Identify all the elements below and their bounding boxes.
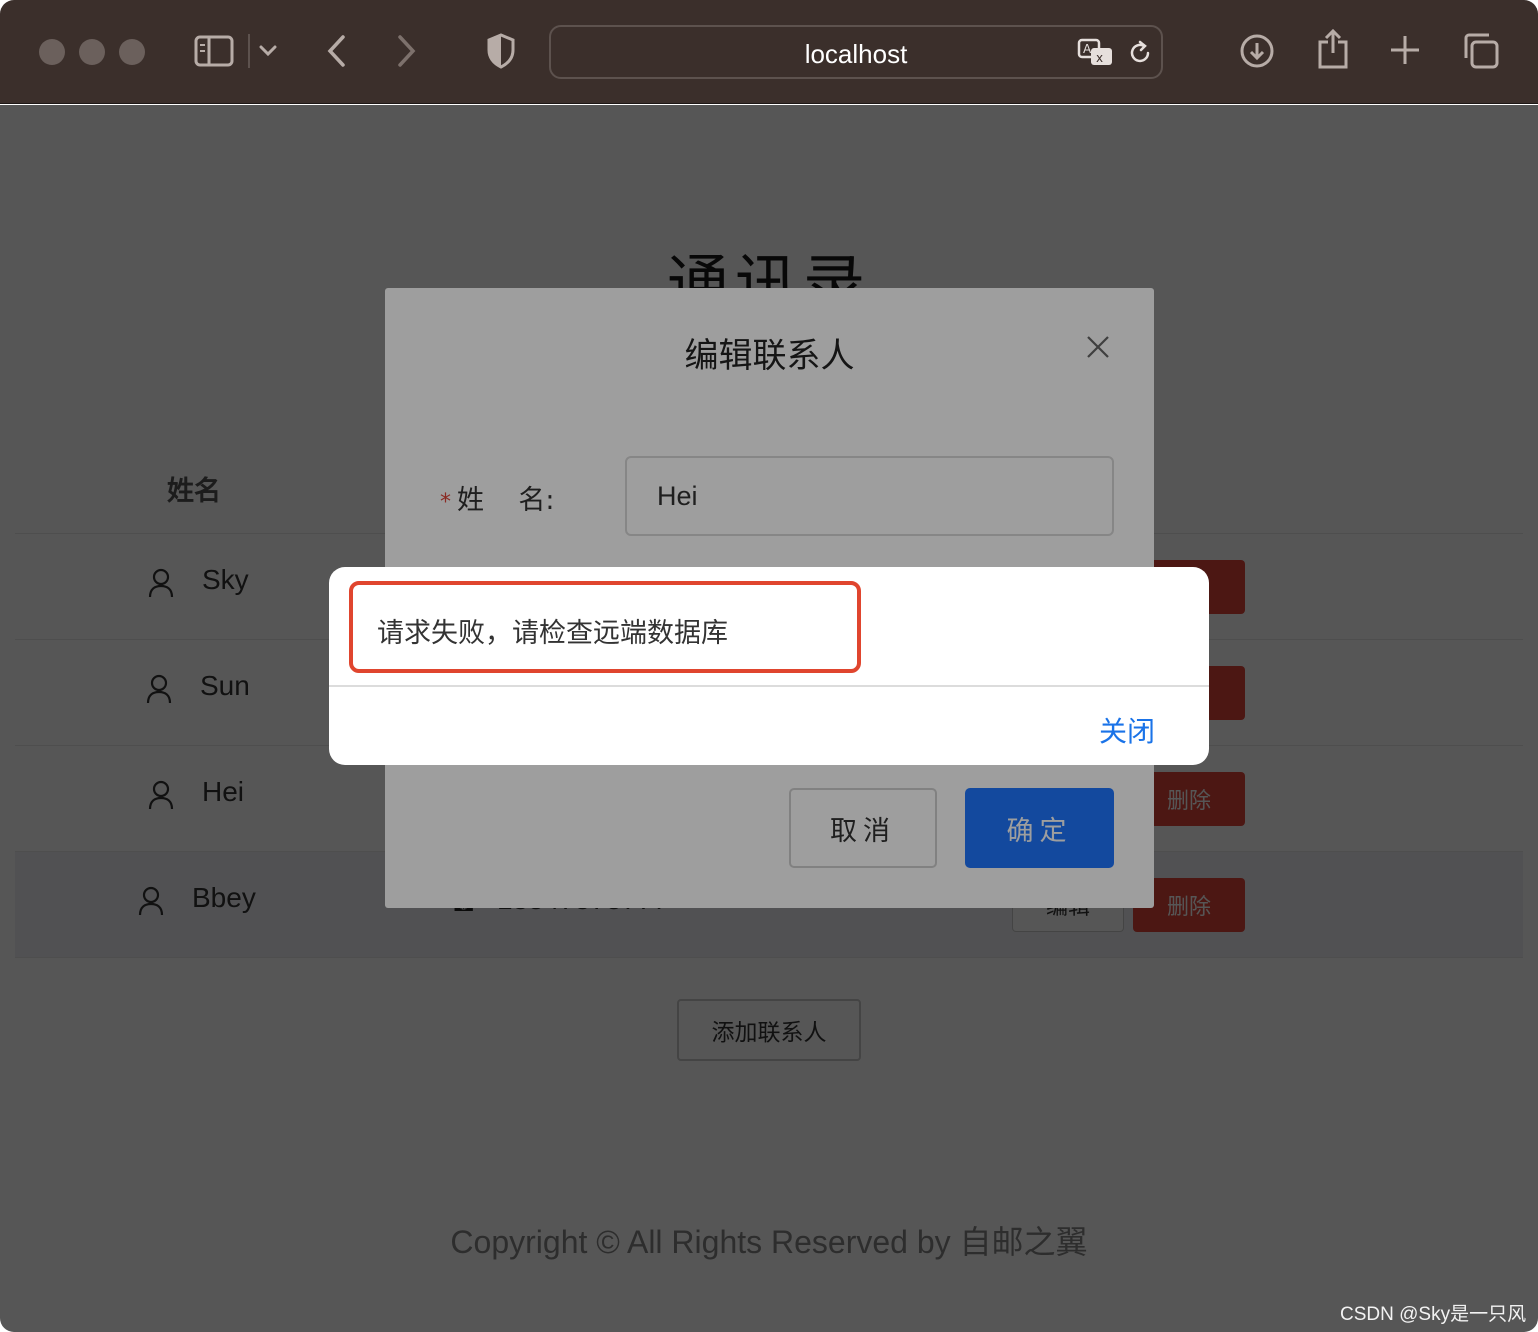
translate-icon[interactable]: Ax xyxy=(1076,37,1116,69)
back-icon[interactable] xyxy=(322,32,350,70)
download-icon[interactable] xyxy=(1239,33,1275,69)
close-window-button[interactable] xyxy=(39,39,65,65)
tabs-overview-icon[interactable] xyxy=(1462,32,1500,70)
shield-icon[interactable] xyxy=(485,32,517,70)
svg-text:A: A xyxy=(1083,42,1092,56)
browser-window: localhost Ax 通讯录 姓名 Sky Sun Hei 删除 Bbey … xyxy=(0,0,1538,1332)
url-text: localhost xyxy=(804,39,908,69)
svg-text:x: x xyxy=(1096,51,1103,65)
minimize-window-button[interactable] xyxy=(79,39,105,65)
watermark: CSDN @Sky是一只风 xyxy=(1340,1304,1527,1325)
reload-icon[interactable] xyxy=(1126,39,1154,67)
forward-icon[interactable] xyxy=(393,32,421,70)
toolbar-divider xyxy=(248,34,250,68)
alert-divider xyxy=(329,685,1209,687)
address-bar[interactable]: localhost Ax xyxy=(549,25,1163,79)
new-tab-icon[interactable] xyxy=(1389,34,1421,66)
chevron-down-icon[interactable] xyxy=(257,40,279,62)
browser-toolbar: localhost Ax xyxy=(0,0,1538,104)
alert-message: 请求失败，请检查远端数据库 xyxy=(377,618,728,649)
zoom-window-button[interactable] xyxy=(119,39,145,65)
alert-close-button[interactable]: 关闭 xyxy=(1099,710,1155,750)
share-icon[interactable] xyxy=(1316,28,1350,70)
sidebar-icon[interactable] xyxy=(193,34,235,68)
alert-dialog: 请求失败，请检查远端数据库 关闭 xyxy=(329,567,1209,765)
